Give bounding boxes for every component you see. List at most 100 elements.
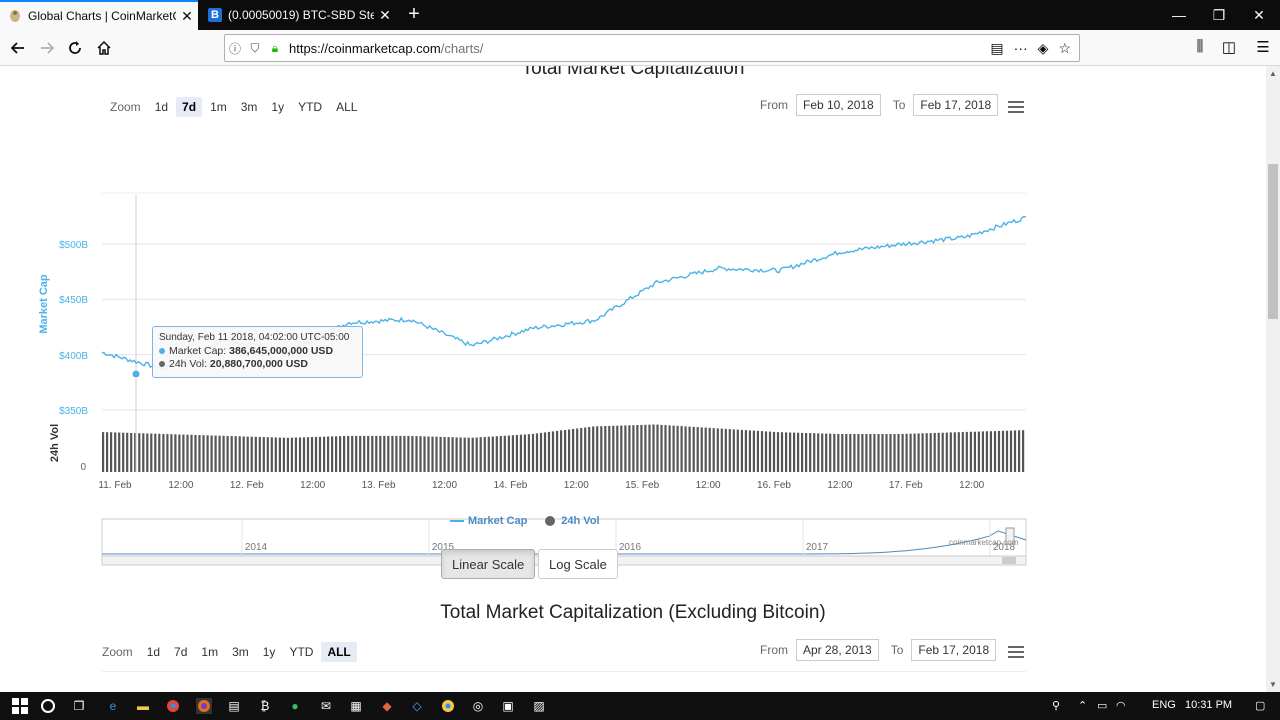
navigation-bar: ⓘ ⛉ 🔒︎ https://coinmarketcap.com/charts/… (0, 30, 1280, 66)
reader-view-icon[interactable]: ▤ (990, 40, 1003, 57)
crypto-app-icon[interactable]: ◇ (409, 698, 425, 714)
sidebar-icon[interactable]: ◫ (1217, 38, 1241, 56)
clock[interactable]: 10:31 PM (1185, 699, 1232, 711)
page-scrollbar[interactable]: ▲ ▼ (1266, 66, 1280, 692)
new-tab-button[interactable]: + (402, 3, 426, 26)
zoom-all-button[interactable]: ALL (330, 97, 363, 117)
zoom-1m-button[interactable]: 1m (204, 97, 233, 117)
pocket-icon[interactable]: ◈ (1038, 40, 1049, 57)
close-tab-icon[interactable]: ✕ (176, 8, 198, 25)
dot-swatch-icon (545, 516, 556, 527)
navigator-scrollbar-thumb[interactable] (1002, 557, 1016, 564)
photos-icon[interactable]: ▨ (531, 698, 547, 714)
close-window-button[interactable]: ✕ (1236, 0, 1280, 30)
language-indicator[interactable]: ENG (1152, 699, 1176, 711)
home-icon[interactable] (92, 36, 116, 60)
volume-bar (383, 435, 386, 472)
volume-bar (712, 428, 715, 472)
zoom-1d-button[interactable]: 1d (141, 642, 166, 662)
task-view-icon[interactable]: ❐ (71, 698, 87, 714)
forward-arrow-icon[interactable] (35, 36, 59, 60)
people-icon[interactable]: ⚲ (1052, 699, 1060, 712)
shield-icon[interactable]: ⛉ (245, 41, 265, 56)
legend-item-24h-vol[interactable]: 24h Vol (545, 515, 600, 527)
bookmark-star-icon[interactable]: ☆ (1058, 40, 1071, 57)
file-explorer-icon[interactable]: ▬ (135, 698, 151, 714)
legend-item-market-cap[interactable]: Market Cap (450, 515, 527, 527)
chart1-export-menu-icon[interactable] (1008, 101, 1024, 116)
show-hidden-icons-icon[interactable]: ⌃ (1078, 699, 1087, 712)
scrollbar-thumb[interactable] (1268, 164, 1278, 319)
calculator-icon[interactable]: ▦ (348, 698, 364, 714)
chart2-export-menu-icon[interactable] (1008, 646, 1024, 661)
tab-global-charts[interactable]: Global Charts | CoinMarketCap ✕ (0, 0, 198, 30)
mail-icon[interactable]: ✉ (318, 698, 334, 714)
zoom-label: Zoom (102, 645, 133, 659)
battery-icon[interactable]: ▭ (1097, 699, 1107, 712)
zoom-1m-button[interactable]: 1m (195, 642, 224, 662)
zoom-all-button[interactable]: ALL (321, 642, 357, 662)
zoom-1y-button[interactable]: 1y (265, 97, 290, 117)
to-date-input[interactable]: Feb 17, 2018 (913, 94, 999, 116)
log-scale-button[interactable]: Log Scale (538, 549, 618, 579)
bitcoin-wallet-icon[interactable]: ₿ (257, 698, 273, 714)
green-app-icon[interactable]: ● (287, 698, 303, 714)
volume-bar (154, 433, 157, 472)
close-tab-icon[interactable]: ✕ (374, 7, 396, 24)
zoom-1y-button[interactable]: 1y (257, 642, 282, 662)
volume-bar (198, 435, 201, 472)
url-bar[interactable]: ⓘ ⛉ 🔒︎ https://coinmarketcap.com/charts/… (224, 34, 1080, 62)
volume-bar (246, 436, 249, 472)
zoom-7d-button[interactable]: 7d (168, 642, 193, 662)
from-date-input[interactable]: Feb 10, 2018 (796, 94, 881, 116)
zoom-3m-button[interactable]: 3m (235, 97, 264, 117)
window-app-icon[interactable]: ▣ (500, 698, 516, 714)
page-actions-icon[interactable]: ··· (1014, 40, 1028, 57)
chart-credit[interactable]: coinmarketcap.com (949, 538, 1018, 547)
volume-bar (780, 432, 784, 472)
volume-bar (335, 436, 338, 472)
cortana-icon[interactable] (40, 698, 56, 714)
wifi-icon[interactable]: ◠ (1116, 699, 1126, 712)
zoom-1d-button[interactable]: 1d (149, 97, 174, 117)
edge-icon[interactable]: e (105, 698, 121, 714)
notification-icon[interactable]: ▢ (1255, 699, 1265, 712)
volume-bar (343, 436, 346, 472)
volume-bar (652, 424, 655, 472)
lock-icon[interactable]: 🔒︎ (265, 41, 285, 56)
volume-bar (527, 434, 530, 472)
volume-bar (407, 435, 410, 472)
linear-scale-button[interactable]: Linear Scale (441, 549, 536, 579)
info-icon[interactable]: ⓘ (225, 40, 245, 57)
zoom-3m-button[interactable]: 3m (226, 642, 255, 662)
to-date-input[interactable]: Feb 17, 2018 (911, 639, 997, 661)
from-label: From (760, 98, 788, 112)
y-tick-label: $350B (59, 406, 88, 417)
zoom-ytd-button[interactable]: YTD (292, 97, 328, 117)
from-date-input[interactable]: Apr 28, 2013 (796, 639, 879, 661)
notes-app-icon[interactable]: ▤ (226, 698, 242, 714)
tab-steemdo[interactable]: B (0.00050019) BTC-SBD SteemDo ✕ (200, 0, 396, 30)
volume-bar (933, 432, 936, 472)
scroll-up-icon[interactable]: ▲ (1269, 69, 1277, 78)
volume-bar (604, 426, 607, 472)
skype-icon[interactable]: ◎ (470, 698, 486, 714)
volume-bar (234, 436, 237, 472)
zoom-7d-button[interactable]: 7d (176, 97, 203, 117)
volume-bar (1001, 430, 1005, 472)
chrome-alt-icon[interactable] (440, 698, 456, 714)
firefox-icon[interactable] (196, 698, 212, 714)
brave-icon[interactable]: ◆ (379, 698, 395, 714)
back-arrow-icon[interactable] (6, 36, 30, 60)
url-text[interactable]: https://coinmarketcap.com/charts/ (289, 41, 990, 56)
zoom-ytd-button[interactable]: YTD (283, 642, 319, 662)
volume-bar (949, 432, 952, 472)
volume-bar (612, 425, 615, 472)
library-icon[interactable]: ⫼ (1188, 38, 1212, 55)
scroll-down-icon[interactable]: ▼ (1269, 680, 1277, 689)
windows-start-icon[interactable] (12, 698, 28, 714)
menu-icon[interactable]: ☰ (1251, 38, 1275, 56)
browser-tab-bar: Global Charts | CoinMarketCap ✕ B (0.000… (0, 0, 1280, 30)
chrome-icon[interactable] (165, 698, 181, 714)
reload-icon[interactable] (63, 36, 87, 60)
